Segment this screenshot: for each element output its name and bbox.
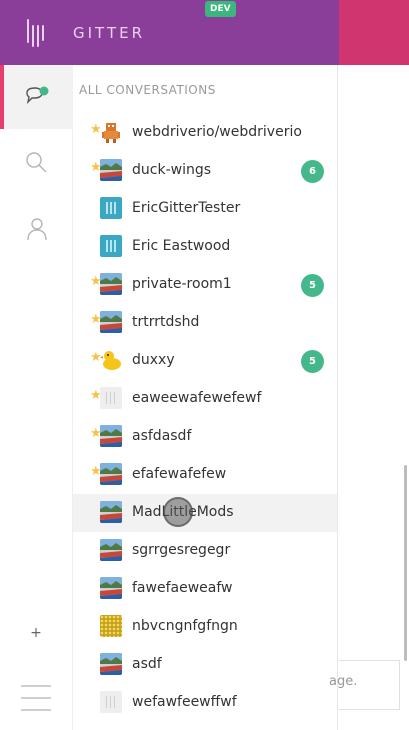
room-name: sgrrgesregegr [132,542,231,558]
room-item[interactable]: ★ private-room1 5 [73,266,337,304]
room-item[interactable]: asdf [73,646,337,684]
rail-search[interactable] [0,131,73,195]
room-name: eaweewafewefewf [132,390,262,406]
room-avatar [100,463,122,485]
room-name: efafewafefew [132,466,227,482]
room-name: Eric Eastwood [132,238,231,254]
add-room-button[interactable]: + [28,625,44,641]
brand-name: GITTER [73,24,146,42]
room-item[interactable]: MadLittleMods [73,494,337,532]
room-item[interactable]: ★ asfdasdf [73,418,337,456]
left-nav-rail: + [0,65,73,730]
room-name: wefawfeewffwf [132,694,237,710]
room-avatar [100,387,122,409]
room-avatar [100,197,122,219]
room-avatar [100,159,122,181]
room-name: asfdasdf [132,428,192,444]
room-item[interactable]: fawefaeweafw [73,570,337,608]
room-avatar [100,577,122,599]
room-item[interactable]: EricGitterTester [73,190,337,228]
room-name: private-room1 [132,276,232,292]
room-avatar [100,691,122,713]
room-avatar [100,121,122,143]
room-avatar [100,501,122,523]
room-item[interactable]: ★ webdriverio/webdriverio [73,114,337,152]
room-item[interactable]: nbvcngnfgfngn [73,608,337,646]
chat-bubble-icon [25,86,48,105]
room-name: webdriverio/webdriverio [132,124,302,140]
dev-badge: DEV [205,1,236,17]
room-item[interactable]: Eric Eastwood [73,228,337,266]
chat-input[interactable]: age. [329,660,400,710]
room-name: EricGitterTester [132,200,241,216]
gitter-app: GITTER DEV + ALL CONVERSATIONS ★ webdriv… [0,0,409,730]
rail-conversations[interactable] [0,65,73,129]
search-icon [25,152,46,173]
unread-badge: 5 [301,350,324,373]
chat-scrollbar[interactable] [404,465,407,661]
room-name: nbvcngnfgfngn [132,618,238,634]
room-avatar [100,311,122,333]
unread-badge: 5 [301,274,324,297]
room-avatar [100,273,122,295]
room-name: duxxy [132,352,175,368]
room-avatar [100,539,122,561]
room-avatar [100,425,122,447]
room-avatar [100,615,122,637]
room-name: asdf [132,656,162,672]
user-avatar-area [339,0,409,65]
chat-input-placeholder: age. [329,674,358,689]
room-item[interactable]: ★ eaweewafewefewf [73,380,337,418]
room-avatar [100,653,122,675]
room-avatar [100,235,122,257]
room-item[interactable]: ★ duck-wings 6 [73,152,337,190]
rail-people[interactable] [0,197,73,261]
room-item[interactable]: ★ trtrrtdshd [73,304,337,342]
room-item[interactable]: wefawfeewffwf [73,684,337,722]
conversations-panel: ALL CONVERSATIONS ★ webdriverio/webdriver… [73,65,338,730]
section-title: ALL CONVERSATIONS [79,83,216,97]
room-item[interactable]: sgrrgesregegr [73,532,337,570]
person-icon [26,218,47,241]
room-name: fawefaeweafw [132,580,233,596]
gitter-logo-icon[interactable] [27,19,47,47]
room-name: trtrrtdshd [132,314,200,330]
cursor-indicator [163,497,193,527]
room-name: duck-wings [132,162,212,178]
hamburger-menu-icon[interactable] [21,685,51,711]
unread-badge: 6 [301,160,324,183]
room-item[interactable]: ★ efafewafefew [73,456,337,494]
room-avatar [100,349,122,371]
chat-pane: age. [329,65,409,730]
room-item[interactable]: ★ duxxy 5 [73,342,337,380]
